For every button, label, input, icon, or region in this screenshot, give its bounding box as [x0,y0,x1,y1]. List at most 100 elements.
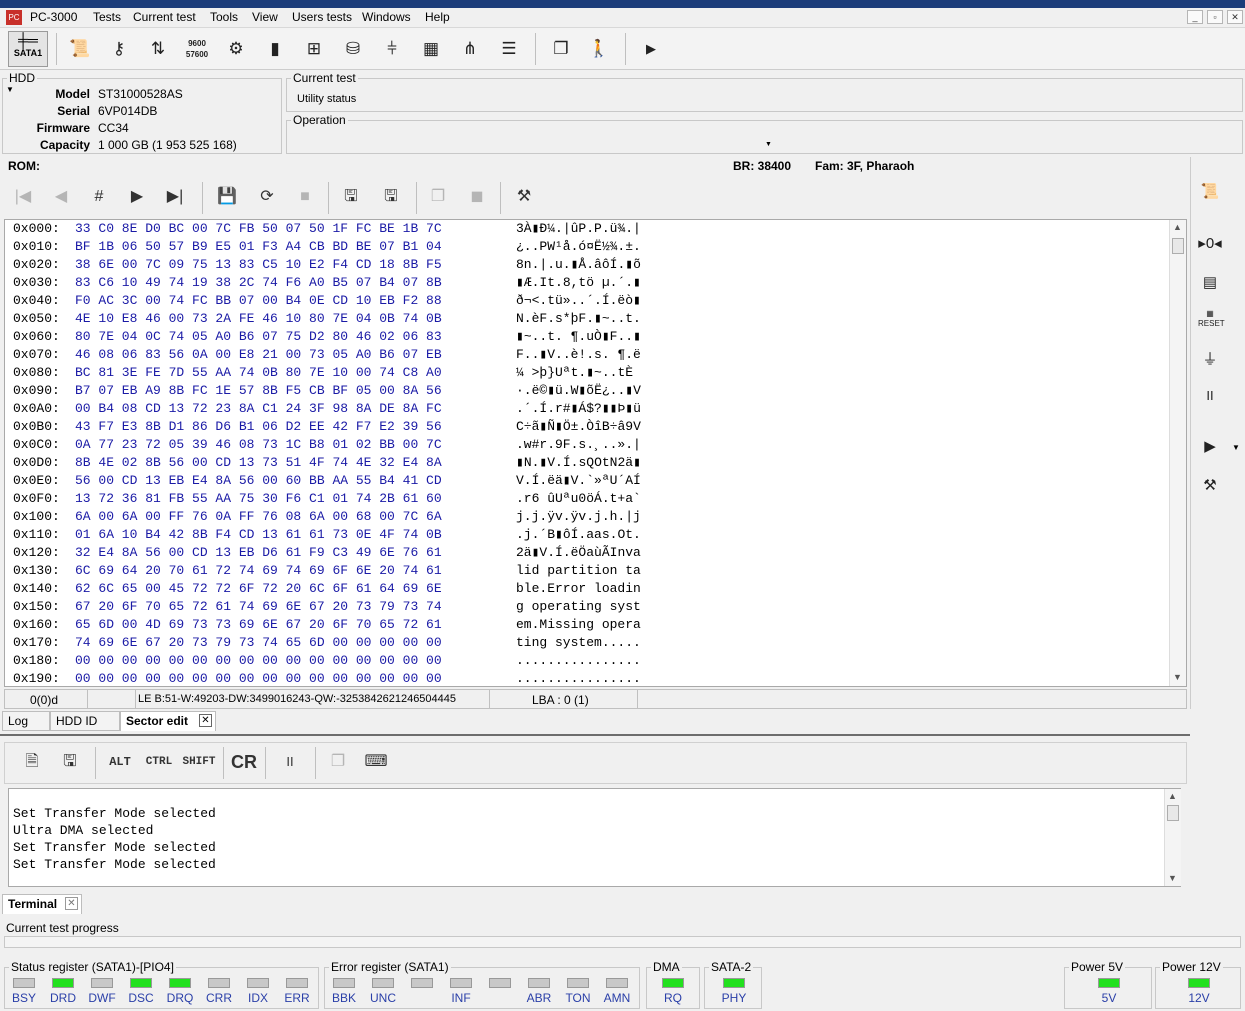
tab-log[interactable]: Log [2,711,50,731]
zero-fill-icon[interactable]: ▸0◂ [1198,232,1222,256]
hex-row[interactable]: 0x120: 32 E4 8A 56 00 CD 13 EB D6 61 F9 C… [13,545,641,563]
ctrl-key-button[interactable]: CTRL [141,749,177,775]
goto-sector-icon[interactable]: # [86,184,112,210]
hex-row[interactable]: 0x110: 01 6A 10 B4 42 8B F4 CD 13 61 61 7… [13,527,641,545]
hex-ascii[interactable]: ................ [516,671,641,686]
splitter[interactable] [0,734,1190,736]
hex-bytes[interactable]: 8B 4E 02 8B 56 00 CD 13 73 51 4F 74 4E 3… [75,455,442,470]
hex-ascii[interactable]: em.Missing opera [516,617,641,632]
minimize-button[interactable]: _ [1187,10,1203,24]
hex-ascii[interactable]: ting system..... [516,635,641,650]
first-sector-icon[interactable]: |◀ [10,184,36,210]
tab-terminal[interactable]: Terminal ✕ [2,894,82,914]
hex-row[interactable]: 0x010: BF 1B 06 50 57 B9 E5 01 F3 A4 CB B… [13,239,641,257]
hex-bytes[interactable]: 6A 00 6A 00 FF 76 0A FF 76 08 6A 00 68 0… [75,509,442,524]
close-terminal-tab-icon[interactable]: ✕ [65,897,78,910]
read-file-icon[interactable]: 🖫 [338,184,364,210]
hex-bytes[interactable]: 43 F7 E3 8B D1 86 D6 B1 06 D2 EE 42 F7 E… [75,419,442,434]
hex-bytes[interactable]: 0A 77 23 72 05 39 46 08 73 1C B8 01 02 B… [75,437,442,452]
hex-row[interactable]: 0x090: B7 07 EB A9 8B FC 1E 57 8B F5 CB B… [13,383,641,401]
terminal-output[interactable]: Set Transfer Mode selected Ultra DMA sel… [8,788,1181,887]
grid-icon[interactable]: ▦ [416,34,446,64]
hex-bytes[interactable]: BF 1B 06 50 57 B9 E5 01 F3 A4 CB BD BE 0… [75,239,442,254]
hex-row[interactable]: 0x0D0: 8B 4E 02 8B 56 00 CD 13 73 51 4F 7… [13,455,641,473]
menu-windows[interactable]: Windows [362,10,411,24]
hex-row[interactable]: 0x040: F0 AC 3C 00 74 FC BB 07 00 B4 0E C… [13,293,641,311]
menu-tests[interactable]: Tests [93,10,121,24]
hex-ascii[interactable]: V.Í.ëä▮V.`»ªU´AÍ [516,473,641,488]
hex-ascii[interactable]: .j.´B▮ôÍ.aas.Ot. [516,527,641,542]
hex-ascii[interactable]: ble.Error loadin [516,581,641,596]
hex-ascii[interactable]: ð¬<.tü»..´.Í.ëò▮ [516,293,641,308]
hex-bytes[interactable]: 67 20 6F 70 65 72 61 74 69 6E 67 20 73 7… [75,599,442,614]
hex-row[interactable]: 0x0B0: 43 F7 E3 8B D1 86 D6 B1 06 D2 EE 4… [13,419,641,437]
paste-icon[interactable]: ◼ [464,184,490,210]
stop-icon[interactable]: ■ [292,184,318,210]
hex-ascii[interactable]: ¿..PW¹å.ó¤Ë½¾.±. [516,239,641,254]
scroll-icon[interactable]: 📜 [65,34,95,64]
hex-ascii[interactable]: ▮N.▮V.Í.sQOtN2ä▮ [516,455,641,470]
hex-ascii[interactable]: 3À▮Ð¼.|ûP.P.ü¾.| [516,221,641,236]
hex-ascii[interactable]: .´.Í.r#▮Á$?▮▮Þ▮ü [516,401,641,416]
close-tab-icon[interactable]: ✕ [199,714,212,727]
copy-icon[interactable]: ❐ [425,184,451,210]
exit-icon[interactable]: 🚶 [584,34,614,64]
hex-ascii[interactable]: ¼ >þ}Uªt.▮~..tÈ [516,365,633,380]
last-sector-icon[interactable]: ▶| [162,184,188,210]
hex-ascii[interactable]: ▮~..t. ¶.uÒ▮F..▮ [516,329,641,344]
menu-current-test[interactable]: Current test [133,10,196,24]
hex-bytes[interactable]: 13 72 36 81 FB 55 AA 75 30 F6 C1 01 74 2… [75,491,442,506]
hex-row[interactable]: 0x070: 46 08 06 83 56 0A 00 E8 21 00 73 0… [13,347,641,365]
save-log-icon[interactable]: 🖫 [57,749,83,775]
menu-tools[interactable]: Tools [210,10,238,24]
close-button[interactable]: ✕ [1227,10,1243,24]
run-dropdown-icon[interactable]: ▼ [1232,443,1240,452]
terminal-scroll-thumb[interactable] [1167,805,1179,821]
hex-ascii[interactable]: ................ [516,653,641,668]
hex-bytes[interactable]: B7 07 EB A9 8B FC 1E 57 8B F5 CB BF 05 0… [75,383,442,398]
disk-icon[interactable]: ⛁ [338,34,368,64]
hex-bytes[interactable]: 01 6A 10 B4 42 8B F4 CD 13 61 61 73 0E 4… [75,527,442,542]
hex-row[interactable]: 0x020: 38 6E 00 7C 09 75 13 83 C5 10 E2 F… [13,257,641,275]
operation-dropdown-icon[interactable]: ▼ [765,141,772,148]
tree-icon[interactable]: ⊞ [299,34,329,64]
hex-ascii[interactable]: ·.ë©▮ü.W▮õË¿..▮V [516,383,641,398]
hex-row[interactable]: 0x190: 00 00 00 00 00 00 00 00 00 00 00 0… [13,671,641,686]
sata-port-button[interactable]: ╪═ SATA1 [8,31,48,67]
hex-bytes[interactable]: BC 81 3E FE 7D 55 AA 74 0B 80 7E 10 00 7… [75,365,442,380]
tab-sector-edit[interactable]: Sector edit ✕ [120,711,216,731]
menu-help[interactable]: Help [425,10,450,24]
menu-users-tests[interactable]: Users tests [292,10,352,24]
menu-view[interactable]: View [252,10,278,24]
transfer-icon[interactable]: ⇅ [143,34,173,64]
hex-bytes[interactable]: 74 69 6E 67 20 73 79 73 74 65 6D 00 00 0… [75,635,442,650]
hex-row[interactable]: 0x0A0: 00 B4 08 CD 13 72 23 8A C1 24 3F 9… [13,401,641,419]
terminal-scrollbar[interactable]: ▲ ▼ [1164,789,1181,886]
hex-row[interactable]: 0x0E0: 56 00 CD 13 EB E4 8A 56 00 60 BB A… [13,473,641,491]
hex-ascii[interactable]: 2ä▮V.Í.ëÖaùÃInva [516,545,641,560]
hex-ascii[interactable]: g operating syst [516,599,641,614]
hex-bytes[interactable]: 4E 10 E8 46 00 73 2A FE 46 10 80 7E 04 0… [75,311,442,326]
power-icon[interactable]: ⏚ [1198,348,1222,372]
hex-row[interactable]: 0x180: 00 00 00 00 00 00 00 00 00 00 00 0… [13,653,641,671]
hex-row[interactable]: 0x030: 83 C6 10 49 74 19 38 2C 74 F6 A0 B… [13,275,641,293]
terminal-copy-icon[interactable]: ❐ [325,749,351,775]
save-icon[interactable]: 💾 [214,184,240,210]
hex-row[interactable]: 0x140: 62 6C 65 00 45 72 72 6F 72 20 6C 6… [13,581,641,599]
terminal-scroll-down-icon[interactable]: ▼ [1168,873,1177,883]
tools-side-icon[interactable]: ⚒ [1198,474,1222,498]
restore-button[interactable]: ▫ [1207,10,1223,24]
pause-icon[interactable]: II [1198,384,1222,408]
terminal-pause-button[interactable]: II [277,749,303,775]
hex-bytes[interactable]: 32 E4 8A 56 00 CD 13 EB D6 61 F9 C3 49 6… [75,545,442,560]
refresh-icon[interactable]: ⟳ [254,184,280,210]
hex-bytes[interactable]: 80 7E 04 0C 74 05 A0 B6 07 75 D2 80 46 0… [75,329,442,344]
hex-ascii[interactable]: C÷ã▮Ñ▮Ö±.ÒîB÷â9V [516,419,641,434]
hex-row[interactable]: 0x000: 33 C0 8E D0 BC 00 7C FB 50 07 50 1… [13,221,641,239]
hex-row[interactable]: 0x060: 80 7E 04 0C 74 05 A0 B6 07 75 D2 8… [13,329,641,347]
copy-window-icon[interactable]: ❐ [546,34,576,64]
cr-button[interactable]: CR [230,749,258,775]
tab-hdd-id[interactable]: HDD ID [50,711,120,731]
hex-bytes[interactable]: 65 6D 00 4D 69 73 73 69 6E 67 20 6F 70 6… [75,617,442,632]
shift-key-button[interactable]: SHIFT [179,749,219,775]
